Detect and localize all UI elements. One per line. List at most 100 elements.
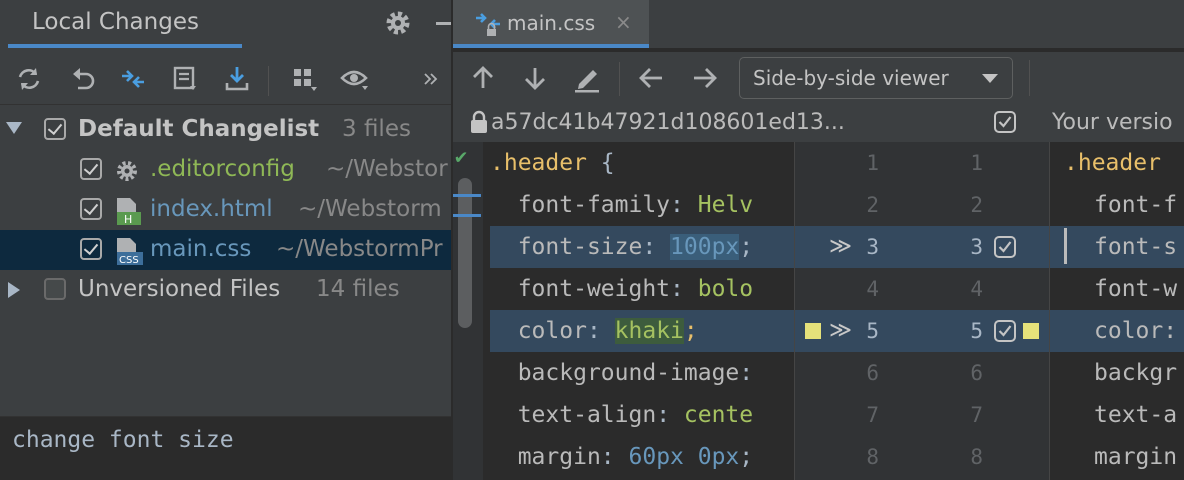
change-marker <box>1023 323 1039 339</box>
code-line: text-align: cente <box>517 402 754 428</box>
lock-icon <box>471 110 487 133</box>
toolbar-separator <box>268 66 269 96</box>
editor-tab-bar: main.css × <box>453 0 1184 48</box>
diff-toolbar: Side-by-side viewer <box>453 52 1184 105</box>
file-checkbox[interactable] <box>80 198 102 220</box>
viewer-mode-label: Side-by-side viewer <box>753 66 949 90</box>
update-project-icon[interactable] <box>222 64 252 94</box>
unversioned-count: 14 files <box>316 276 400 302</box>
viewer-mode-dropdown[interactable]: Side-by-side viewer <box>739 57 1013 99</box>
toolbar-separator <box>1029 60 1030 96</box>
tab-main-css[interactable]: main.css × <box>453 0 649 48</box>
tree-row-file[interactable]: .editorconfig ~/Webstor <box>0 150 452 190</box>
active-tab-indicator <box>453 44 649 48</box>
tool-window-header: Local Changes <box>0 0 452 50</box>
unversioned-checkbox[interactable] <box>44 278 66 300</box>
changelist-label: Default Changelist <box>78 116 320 142</box>
show-diff-icon[interactable] <box>118 64 148 94</box>
include-change-checkbox[interactable] <box>994 236 1016 258</box>
code-line: backgr <box>1094 360 1178 386</box>
code-line-changed: font-size: 100px; <box>490 226 794 268</box>
line-number-row: 11 <box>866 151 983 175</box>
toolbar-separator <box>619 62 620 96</box>
svg-text:CSS: CSS <box>119 255 139 266</box>
tree-row-unversioned[interactable]: Unversioned Files 14 files <box>0 270 452 310</box>
diff-line-numbers: 11 22 ≫ 33 44 ≫ 55 66 77 88 <box>794 142 1050 480</box>
tree-row-file-selected[interactable]: CSS main.css ~/WebstormPr <box>0 230 452 270</box>
file-checkbox[interactable] <box>80 158 102 180</box>
code-line: margin: 60px 0px; <box>517 444 754 470</box>
file-name: main.css <box>150 236 252 262</box>
changelist-checkbox[interactable] <box>44 118 66 140</box>
refresh-icon[interactable] <box>14 64 44 94</box>
arrow-down-icon[interactable] <box>519 62 551 94</box>
text-caret <box>1064 228 1067 264</box>
scroll-change-marker <box>453 214 481 217</box>
settings-gear-icon[interactable] <box>383 8 413 38</box>
rollback-icon[interactable] <box>68 64 98 94</box>
base-revision-editor[interactable]: ✔ .header { font-family: Helv font-size:… <box>453 142 794 480</box>
code-line-changed: color: khaki; <box>490 310 794 352</box>
arrow-left-icon[interactable] <box>635 62 667 94</box>
diff-tab-icon <box>476 13 500 36</box>
code-line: .header <box>1064 150 1161 176</box>
code-line: text-a <box>1094 402 1178 428</box>
tool-window-title[interactable]: Local Changes <box>32 9 199 35</box>
collapse-arrow-icon[interactable] <box>8 282 20 298</box>
tree-row-default-changelist[interactable]: Default Changelist 3 files <box>0 110 452 150</box>
active-tab-indicator <box>8 44 242 48</box>
minimize-icon[interactable] <box>436 22 452 25</box>
tree-row-file[interactable]: H index.html ~/Webstorm <box>0 190 452 230</box>
svg-text:H: H <box>124 213 132 226</box>
local-changes-panel: Local Changes Default Changelist 3 files… <box>0 0 452 480</box>
file-name: index.html <box>150 196 273 222</box>
code-line: font-family: Helv <box>517 192 754 218</box>
tab-label: main.css <box>507 11 596 35</box>
include-change-checkbox[interactable] <box>994 320 1016 342</box>
line-number-row: 22 <box>866 193 983 217</box>
edit-pencil-icon[interactable] <box>571 62 603 94</box>
commit-message-area[interactable]: change font size <box>0 416 452 480</box>
change-marker <box>805 323 821 339</box>
code-line: font-weight: bolo <box>517 276 754 302</box>
file-name: .editorconfig <box>150 156 295 182</box>
line-number-row: 66 <box>866 361 983 385</box>
revision-hash: a57dc41b47921d108601ed13... <box>491 110 845 135</box>
group-by-icon[interactable] <box>290 64 320 94</box>
file-path: ~/WebstormPr <box>276 236 443 262</box>
changelist-icon[interactable] <box>170 64 200 94</box>
chevron-down-icon <box>982 74 998 83</box>
file-path: ~/Webstor <box>326 156 448 182</box>
code-line: background-image: <box>517 360 754 386</box>
file-checkbox[interactable] <box>80 238 102 260</box>
arrow-right-icon[interactable] <box>689 62 721 94</box>
expand-arrow-icon[interactable] <box>6 122 22 134</box>
gear-icon <box>117 161 137 181</box>
file-path: ~/Webstorm <box>298 196 442 222</box>
html-file-icon: H <box>117 198 141 226</box>
diff-view: main.css × Side-by-side viewer a57dc41b4… <box>453 0 1184 480</box>
css-file-icon: CSS <box>117 238 143 266</box>
code-line: font-w <box>1094 276 1178 302</box>
line-number-row: 44 <box>866 277 983 301</box>
your-version-editor[interactable]: .header font-f font-s font-w color: back… <box>1050 142 1184 480</box>
eye-icon[interactable] <box>340 64 370 94</box>
apply-change-icon[interactable]: ≫ <box>829 226 852 268</box>
close-icon[interactable]: × <box>615 10 632 34</box>
line-number-row: 77 <box>866 403 983 427</box>
commit-message-text[interactable]: change font size <box>12 427 234 453</box>
scrollbar[interactable] <box>458 178 472 328</box>
arrow-up-icon[interactable] <box>467 62 499 94</box>
apply-change-icon[interactable]: ≫ <box>829 310 852 352</box>
no-problems-check-icon: ✔ <box>455 144 468 168</box>
line-number-row: 88 <box>866 445 983 469</box>
code-line: .header { <box>490 150 615 176</box>
your-version-label: Your versio <box>1052 110 1173 135</box>
code-line: font-f <box>1094 192 1178 218</box>
editor-gutter: ✔ <box>453 142 483 480</box>
more-actions-icon[interactable] <box>420 64 442 94</box>
include-all-checkbox[interactable] <box>994 111 1016 133</box>
unversioned-label: Unversioned Files <box>78 276 281 302</box>
scroll-change-marker <box>453 194 481 197</box>
changelist-count: 3 files <box>342 116 411 142</box>
